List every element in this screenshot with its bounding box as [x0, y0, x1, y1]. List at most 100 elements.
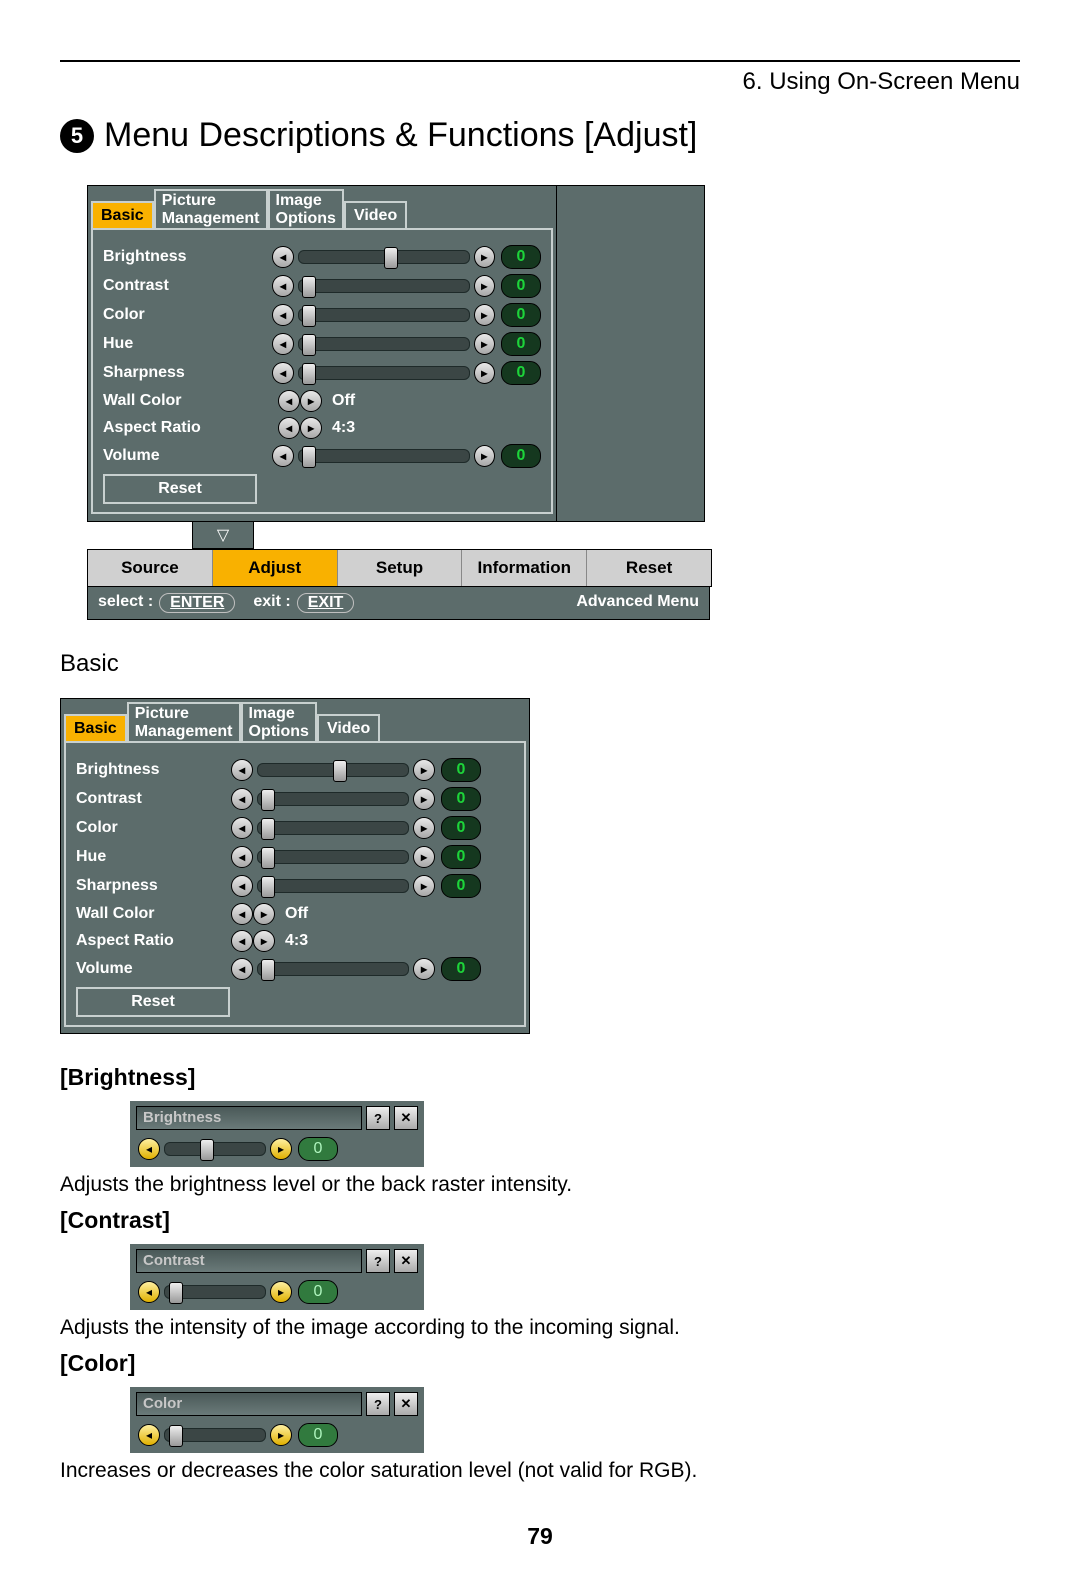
row-wall-color[interactable]: Wall Color ◂ ▸ Off: [76, 903, 514, 925]
row-color[interactable]: Color ◂ ▸ 0: [103, 303, 541, 327]
arrow-right-icon[interactable]: ▸: [474, 304, 495, 326]
arrow-right-icon[interactable]: ▸: [474, 275, 495, 297]
arrow-left-icon[interactable]: ◂: [231, 930, 253, 952]
slider-color[interactable]: [257, 821, 409, 835]
row-aspect-ratio[interactable]: Aspect Ratio ◂ ▸ 4:3: [103, 417, 541, 439]
arrow-left-icon[interactable]: ◂: [272, 333, 293, 355]
arrow-right-icon[interactable]: ▸: [270, 1424, 292, 1446]
arrow-right-icon[interactable]: ▸: [270, 1281, 292, 1303]
main-tab-adjust[interactable]: Adjust: [213, 550, 338, 586]
arrow-right-icon[interactable]: ▸: [253, 903, 275, 925]
arrow-left-icon[interactable]: ◂: [138, 1281, 160, 1303]
arrow-right-icon[interactable]: ▸: [413, 759, 435, 781]
arrow-left-icon[interactable]: ◂: [272, 362, 293, 384]
row-contrast[interactable]: Contrast ◂ ▸ 0: [103, 274, 541, 298]
arrow-right-icon[interactable]: ▸: [413, 958, 435, 980]
slider-volume[interactable]: [257, 962, 409, 976]
arrow-right-icon[interactable]: ▸: [413, 788, 435, 810]
tab-image-options[interactable]: Image Options: [241, 702, 317, 741]
arrow-right-icon[interactable]: ▸: [300, 390, 322, 412]
close-icon[interactable]: ✕: [394, 1106, 418, 1130]
main-tab-information[interactable]: Information: [462, 550, 587, 586]
close-icon[interactable]: ✕: [394, 1392, 418, 1416]
slider-brightness[interactable]: [298, 250, 470, 264]
arrow-left-icon[interactable]: ◂: [231, 817, 253, 839]
main-tab-setup[interactable]: Setup: [338, 550, 463, 586]
main-tab-source[interactable]: Source: [88, 550, 213, 586]
row-brightness[interactable]: Brightness ◂ ▸ 0: [103, 245, 541, 269]
slider-color[interactable]: [164, 1428, 266, 1442]
slider-contrast[interactable]: [164, 1285, 266, 1299]
arrow-right-icon[interactable]: ▸: [300, 417, 322, 439]
arrow-left-icon[interactable]: ◂: [231, 875, 253, 897]
arrow-right-icon[interactable]: ▸: [413, 817, 435, 839]
arrow-left-icon[interactable]: ◂: [231, 903, 253, 925]
arrow-right-icon[interactable]: ▸: [270, 1138, 292, 1160]
section-heading: 5 Menu Descriptions & Functions [Adjust]: [60, 116, 1020, 155]
close-icon[interactable]: ✕: [394, 1249, 418, 1273]
arrow-left-icon[interactable]: ◂: [138, 1138, 160, 1160]
slider-contrast[interactable]: [257, 792, 409, 806]
arrow-left-icon[interactable]: ◂: [272, 304, 293, 326]
osd-adjust-menu: Basic Picture Management Image Options V…: [87, 185, 710, 620]
arrow-right-icon[interactable]: ▸: [474, 362, 495, 384]
slider-color[interactable]: [298, 308, 470, 322]
row-color[interactable]: Color ◂ ▸ 0: [76, 816, 514, 840]
row-aspect-ratio[interactable]: Aspect Ratio ◂ ▸ 4:3: [76, 930, 514, 952]
arrow-right-icon[interactable]: ▸: [413, 875, 435, 897]
main-menu-tabs: Source Adjust Setup Information Reset: [87, 549, 712, 587]
tab-basic[interactable]: Basic: [91, 201, 154, 229]
main-tab-reset[interactable]: Reset: [587, 550, 711, 586]
help-icon[interactable]: ?: [366, 1249, 390, 1273]
arrow-right-icon[interactable]: ▸: [474, 445, 495, 467]
tab-video[interactable]: Video: [317, 714, 380, 742]
row-contrast[interactable]: Contrast ◂ ▸ 0: [76, 787, 514, 811]
arrow-right-icon[interactable]: ▸: [253, 930, 275, 952]
tab-basic[interactable]: Basic: [64, 714, 127, 742]
arrow-right-icon[interactable]: ▸: [474, 333, 495, 355]
arrow-left-icon[interactable]: ◂: [272, 275, 293, 297]
slider-contrast[interactable]: [298, 279, 470, 293]
contrast-heading: [Contrast]: [60, 1207, 1020, 1234]
help-enter-pill: ENTER: [159, 593, 235, 613]
arrow-left-icon[interactable]: ◂: [138, 1424, 160, 1446]
arrow-right-icon[interactable]: ▸: [474, 246, 495, 268]
row-brightness[interactable]: Brightness ◂ ▸ 0: [76, 758, 514, 782]
value-brightness: 0: [501, 245, 541, 269]
help-icon[interactable]: ?: [366, 1106, 390, 1130]
row-volume[interactable]: Volume ◂ ▸ 0: [103, 444, 541, 468]
slider-sharpness[interactable]: [298, 366, 470, 380]
slider-hue[interactable]: [298, 337, 470, 351]
reset-button[interactable]: Reset: [103, 474, 257, 504]
arrow-left-icon[interactable]: ◂: [231, 958, 253, 980]
tab-image-options[interactable]: Image Options: [268, 189, 344, 228]
row-wall-color[interactable]: Wall Color ◂ ▸ Off: [103, 390, 541, 412]
arrow-left-icon[interactable]: ◂: [272, 246, 293, 268]
row-hue[interactable]: Hue ◂ ▸ 0: [103, 332, 541, 356]
arrow-left-icon[interactable]: ◂: [278, 390, 300, 412]
arrow-left-icon[interactable]: ◂: [272, 445, 293, 467]
basic-panel-small: Brightness ◂ ▸ 0 Contrast ◂ ▸ 0 Color ◂ …: [64, 741, 526, 1027]
arrow-right-icon[interactable]: ▸: [413, 846, 435, 868]
row-sharpness[interactable]: Sharpness ◂ ▸ 0: [103, 361, 541, 385]
slider-volume[interactable]: [298, 449, 470, 463]
arrow-left-icon[interactable]: ◂: [278, 417, 300, 439]
row-hue[interactable]: Hue ◂ ▸ 0: [76, 845, 514, 869]
scroll-down-icon[interactable]: ▽: [192, 522, 254, 549]
reset-button[interactable]: Reset: [76, 987, 230, 1017]
slider-sharpness[interactable]: [257, 879, 409, 893]
slider-brightness[interactable]: [164, 1142, 266, 1156]
slider-brightness[interactable]: [257, 763, 409, 777]
tab-picture-management[interactable]: Picture Management: [127, 702, 241, 741]
arrow-left-icon[interactable]: ◂: [231, 846, 253, 868]
tab-picture-management[interactable]: Picture Management: [154, 189, 268, 228]
brightness-desc: Adjusts the brightness level or the back…: [60, 1173, 1020, 1197]
slider-hue[interactable]: [257, 850, 409, 864]
arrow-left-icon[interactable]: ◂: [231, 788, 253, 810]
row-sharpness[interactable]: Sharpness ◂ ▸ 0: [76, 874, 514, 898]
help-icon[interactable]: ?: [366, 1392, 390, 1416]
tab-video[interactable]: Video: [344, 201, 407, 229]
row-volume[interactable]: Volume ◂ ▸ 0: [76, 957, 514, 981]
arrow-left-icon[interactable]: ◂: [231, 759, 253, 781]
help-exit-label: exit :: [253, 593, 290, 613]
